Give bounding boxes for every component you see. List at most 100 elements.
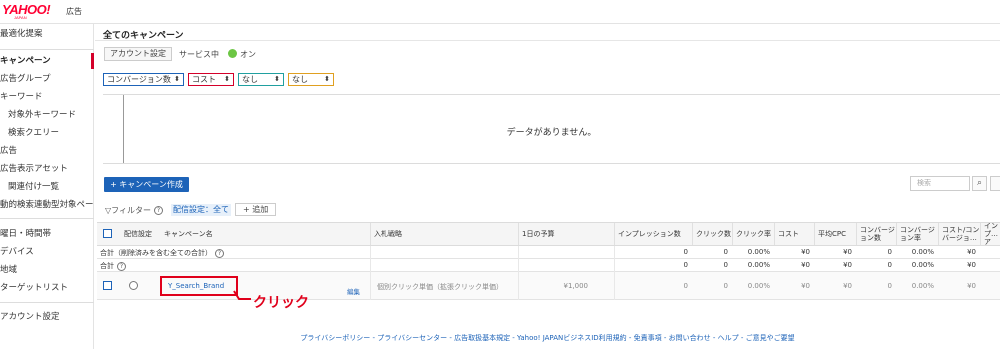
col-header[interactable]: 1日の予算 <box>518 223 614 245</box>
cell-conversions: 0 <box>887 248 892 256</box>
logo-sub-text: JAPAN <box>14 15 27 20</box>
help-icon[interactable]: ? <box>117 261 126 271</box>
account-settings-button[interactable]: アカウント設定 <box>104 47 172 61</box>
metric-select-3[interactable]: なし ⬍ <box>238 73 284 86</box>
filter-label[interactable]: ▽フィルター? <box>105 205 163 216</box>
sidebar-item-search-query[interactable]: 検索クエリー <box>0 125 94 141</box>
chevron-updown-icon: ⬍ <box>174 75 180 83</box>
cell-ctr: 0.00% <box>747 282 770 290</box>
cell-cpa: ¥0 <box>967 261 976 269</box>
sidebar-item-negative-keyword[interactable]: 対象外キーワード <box>0 107 94 123</box>
col-header[interactable]: 平均CPC <box>814 223 856 245</box>
cell-cpc: ¥0 <box>843 261 852 269</box>
metric-select-label: なし <box>292 75 308 84</box>
chevron-updown-icon: ⬍ <box>224 75 230 83</box>
help-icon[interactable]: ? <box>215 248 224 258</box>
status-on-icon <box>228 49 237 58</box>
col-header[interactable]: クリック数 <box>692 223 732 245</box>
help-icon[interactable]: ? <box>154 206 163 215</box>
col-header[interactable]: クリック率 <box>732 223 774 245</box>
sidebar-divider <box>0 218 94 219</box>
col-header[interactable]: コスト/コンバージョ… <box>938 223 980 245</box>
sidebar-item-region[interactable]: 地域 <box>0 262 94 278</box>
metric-select-2[interactable]: コスト ⬍ <box>188 73 234 86</box>
chevron-updown-icon: ⬍ <box>274 75 280 83</box>
col-header[interactable]: キャンペーン名 <box>161 223 241 245</box>
sidebar-item-dsa-target[interactable]: 動的検索連動型対象ページ <box>0 197 94 213</box>
sidebar-item-ad[interactable]: 広告 <box>0 143 94 159</box>
cell-cpc: ¥0 <box>843 282 852 290</box>
col-header[interactable]: コンバージョン数 <box>856 223 896 245</box>
chart-area: データがありません。 <box>103 94 1000 164</box>
search-input[interactable]: 検索 <box>910 176 970 191</box>
col-divider <box>614 246 615 259</box>
edit-link[interactable]: 編集 <box>347 286 360 296</box>
sidebar-item-optimization[interactable]: 最適化提案 <box>0 26 94 42</box>
toolbar-extra-button[interactable] <box>990 176 1000 191</box>
sidebar-divider <box>0 49 94 50</box>
sidebar-item-account-settings[interactable]: アカウント設定 <box>0 309 94 325</box>
cell-ctr: 0.00% <box>747 248 770 256</box>
cell-cvr: 0.00% <box>911 282 934 290</box>
col-divider <box>614 259 615 272</box>
service-label: サービス中 <box>179 50 219 59</box>
total-label: 合計? <box>100 261 126 271</box>
cell-bid-strategy: 個別クリック単価（拡張クリック単価） <box>377 283 503 291</box>
metric-select-label: コスト <box>192 75 216 84</box>
col-header[interactable]: 入札戦略 <box>370 223 518 245</box>
cell-cvr: 0.00% <box>911 261 934 269</box>
total-all-label-text: 合計（削除済みを含む全ての合計） <box>100 249 212 257</box>
top-bar: YAHOO! JAPAN 広告 <box>0 0 1000 24</box>
annotation-pointer-icon <box>233 290 251 300</box>
row-checkbox[interactable] <box>103 281 112 290</box>
cell-ctr: 0.00% <box>747 261 770 269</box>
metric-select-label: コンバージョン数 <box>107 75 171 84</box>
select-all-checkbox[interactable] <box>103 229 112 238</box>
sidebar-item-keyword[interactable]: キーワード <box>0 89 94 105</box>
search-button[interactable]: ⌕ <box>972 176 987 191</box>
sidebar-item-campaign[interactable]: キャンペーン <box>0 53 94 69</box>
filter-tag[interactable]: 配信設定：全て <box>171 204 231 216</box>
metric-select-1[interactable]: コンバージョン数 ⬍ <box>103 73 184 86</box>
sidebar: 最適化提案 キャンペーン 広告グループ キーワード 対象外キーワード 検索クエリ… <box>0 24 94 349</box>
cell-cvr: 0.00% <box>911 248 934 256</box>
total-all-row: 合計（削除済みを含む全ての合計）? 0 0 0.00% ¥0 ¥0 0 0.00… <box>97 246 1000 259</box>
footer-links[interactable]: プライバシーポリシー - プライバシーセンター - 広告取扱基本規定 - Yah… <box>95 333 1000 343</box>
cell-clicks: 0 <box>723 282 728 290</box>
cell-conversions: 0 <box>887 282 892 290</box>
col-header[interactable]: インプレッション数 <box>614 223 692 245</box>
add-filter-button[interactable]: + 追加 <box>235 203 277 216</box>
col-divider <box>370 272 371 300</box>
col-header[interactable]: コスト <box>774 223 814 245</box>
total-row: 合計? 0 0 0.00% ¥0 ¥0 0 0.00% ¥0 <box>97 259 1000 272</box>
sidebar-item-schedule[interactable]: 曜日・時間帯 <box>0 226 94 242</box>
ad-label: 広告 <box>66 7 82 16</box>
cell-cpa: ¥0 <box>967 282 976 290</box>
cell-cpa: ¥0 <box>967 248 976 256</box>
metric-select-4[interactable]: なし ⬍ <box>288 73 334 86</box>
col-header[interactable]: コンバージョン率 <box>896 223 938 245</box>
col-header[interactable]: インプ…ア <box>980 223 1000 245</box>
cell-cost: ¥0 <box>801 248 810 256</box>
campaign-name-link[interactable]: Y_Search_Brand <box>168 282 224 290</box>
filter-label-text: ▽フィルター <box>105 206 151 215</box>
status-radio[interactable] <box>129 281 138 290</box>
sidebar-item-device[interactable]: デバイス <box>0 244 94 260</box>
cell-cost: ¥0 <box>801 282 810 290</box>
sidebar-item-association[interactable]: 関連付け一覧 <box>0 179 94 195</box>
col-divider <box>518 259 519 272</box>
sidebar-divider <box>0 302 94 303</box>
chevron-updown-icon: ⬍ <box>324 75 330 83</box>
total-label-text: 合計 <box>100 262 114 270</box>
cell-budget[interactable]: ¥1,000 <box>542 282 589 290</box>
col-divider <box>614 272 615 300</box>
create-campaign-button[interactable]: + キャンペーン作成 <box>104 177 189 192</box>
table-header: 配信設定 キャンペーン名 入札戦略 1日の予算 インプレッション数 クリック数 … <box>97 222 1000 246</box>
sidebar-item-target-list[interactable]: ターゲットリスト <box>0 280 94 296</box>
col-header[interactable]: 配信設定 <box>121 223 153 245</box>
sidebar-item-ad-asset[interactable]: 広告表示アセット <box>0 161 94 177</box>
cell-impressions: 0 <box>683 282 688 290</box>
search-icon: ⌕ <box>976 178 983 188</box>
service-status: オン <box>240 50 256 59</box>
sidebar-item-adgroup[interactable]: 広告グループ <box>0 71 94 87</box>
